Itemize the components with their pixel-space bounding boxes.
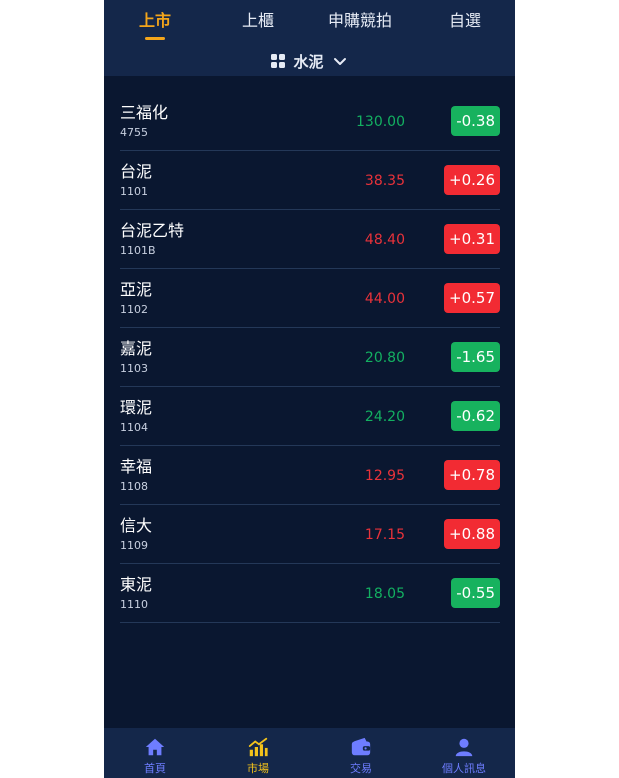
nav-trade[interactable]: 交易 — [310, 728, 412, 778]
bottom-nav: 首頁 市場 交易 個人訊息 — [104, 728, 515, 778]
stock-name: 嘉泥 — [120, 339, 153, 358]
stock-change-badge: -0.55 — [451, 578, 500, 608]
stock-price: 38.35 — [364, 173, 405, 189]
grid-icon — [271, 54, 286, 68]
stock-code: 1110 — [120, 598, 148, 611]
stock-name: 幸福 — [120, 457, 153, 476]
stock-code: 1102 — [120, 303, 148, 316]
category-selector[interactable]: 水泥 — [104, 49, 515, 73]
stock-row[interactable]: 亞泥 1102 44.00 +0.57 — [120, 269, 500, 328]
stock-change-badge: -0.62 — [451, 401, 500, 431]
stock-code: 1103 — [120, 362, 148, 375]
stock-price: 18.05 — [364, 586, 405, 602]
stock-change-badge: -0.38 — [451, 106, 500, 136]
stock-name: 台泥乙特 — [120, 221, 185, 240]
stock-code: 1108 — [120, 480, 148, 493]
tab-listed[interactable]: 上市 — [110, 10, 200, 32]
tab-otc[interactable]: 上櫃 — [213, 10, 303, 32]
category-label: 水泥 — [293, 52, 324, 71]
nav-profile[interactable]: 個人訊息 — [413, 728, 515, 778]
tab-watchlist[interactable]: 自選 — [420, 10, 510, 32]
stock-change-badge: +0.57 — [444, 283, 500, 313]
stock-change-badge: +0.31 — [444, 224, 500, 254]
header: 上市 上櫃 申購競拍 自選 水泥 — [104, 0, 515, 76]
stock-name: 信大 — [120, 516, 153, 535]
nav-label-market: 市場 — [247, 762, 269, 775]
stock-row[interactable]: 幸福 1108 12.95 +0.78 — [120, 446, 500, 505]
home-icon — [145, 738, 165, 756]
stock-price: 130.00 — [356, 114, 405, 130]
stock-price: 17.15 — [364, 527, 405, 543]
nav-label-profile: 個人訊息 — [442, 762, 486, 775]
chevron-down-icon — [333, 58, 346, 65]
stock-price: 24.20 — [364, 409, 405, 425]
stock-row[interactable]: 台泥 1101 38.35 +0.26 — [120, 151, 500, 210]
tab-subscription-auction[interactable]: 申購競拍 — [315, 10, 405, 32]
stock-code: 1104 — [120, 421, 148, 434]
stock-row[interactable]: 信大 1109 17.15 +0.88 — [120, 505, 500, 564]
user-icon — [455, 738, 473, 757]
stock-name: 環泥 — [120, 398, 153, 417]
nav-home[interactable]: 首頁 — [104, 728, 206, 778]
app-screen: 上市 上櫃 申購競拍 自選 水泥 三福化 4755 130.00 -0.38 台泥 110… — [104, 0, 515, 778]
nav-label-trade: 交易 — [350, 762, 372, 775]
stock-price: 44.00 — [364, 291, 405, 307]
stock-name: 三福化 — [120, 103, 169, 122]
stock-row[interactable]: 三福化 4755 130.00 -0.38 — [120, 92, 500, 151]
stock-code: 4755 — [120, 126, 148, 139]
stock-name: 亞泥 — [120, 280, 153, 299]
chart-icon — [248, 737, 268, 757]
stock-list: 三福化 4755 130.00 -0.38 台泥 1101 38.35 +0.26 台泥乙特 11… — [120, 92, 500, 623]
stock-code: 1109 — [120, 539, 148, 552]
stock-row[interactable]: 台泥乙特 1101B 48.40 +0.31 — [120, 210, 500, 269]
stock-row[interactable]: 嘉泥 1103 20.80 -1.65 — [120, 328, 500, 387]
wallet-icon — [351, 737, 371, 756]
stock-code: 1101B — [120, 244, 156, 257]
stock-change-badge: +0.26 — [444, 165, 500, 195]
stock-price: 48.40 — [364, 232, 405, 248]
nav-market[interactable]: 市場 — [207, 728, 309, 778]
market-tabs: 上市 上櫃 申購競拍 自選 — [104, 0, 515, 44]
stock-price: 12.95 — [364, 468, 405, 484]
active-tab-indicator — [145, 37, 165, 40]
stock-code: 1101 — [120, 185, 148, 198]
stock-name: 台泥 — [120, 162, 153, 181]
stock-row[interactable]: 東泥 1110 18.05 -0.55 — [120, 564, 500, 623]
stock-change-badge: -1.65 — [451, 342, 500, 372]
stock-row[interactable]: 環泥 1104 24.20 -0.62 — [120, 387, 500, 446]
stock-change-badge: +0.88 — [444, 519, 500, 549]
nav-label-home: 首頁 — [144, 762, 166, 775]
stock-price: 20.80 — [364, 350, 405, 366]
stock-name: 東泥 — [120, 575, 153, 594]
stock-change-badge: +0.78 — [444, 460, 500, 490]
